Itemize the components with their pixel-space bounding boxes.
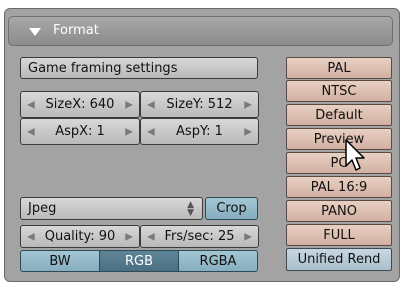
size-x-label: SizeX: 640 (45, 97, 115, 112)
preset-pal-16-9-button[interactable]: PAL 16:9 (286, 176, 392, 198)
decrement-icon[interactable]: ◀ (147, 231, 155, 242)
preset-full-button[interactable]: FULL (286, 224, 392, 246)
preset-pal-button[interactable]: PAL (286, 57, 392, 79)
image-format-select[interactable]: Jpeg ▲ ▼ (20, 197, 203, 220)
image-format-value: Jpeg (28, 201, 57, 216)
collapse-triangle-icon[interactable] (29, 28, 41, 36)
increment-icon[interactable]: ▶ (125, 126, 133, 137)
unified-render-button[interactable]: Unified Rend (286, 248, 392, 271)
color-mode-rgba[interactable]: RGBA (178, 250, 258, 272)
color-mode-rgb[interactable]: RGB (99, 250, 179, 272)
increment-icon[interactable]: ▶ (244, 126, 252, 137)
preset-pc-button[interactable]: PC (286, 152, 392, 174)
mouse-pointer-icon (345, 139, 365, 171)
increment-icon[interactable]: ▶ (125, 231, 133, 242)
asp-y-label: AspY: 1 (176, 124, 223, 139)
size-y-field[interactable]: ◀ SizeY: 512 ▶ (140, 91, 259, 118)
asp-y-field[interactable]: ◀ AspY: 1 ▶ (140, 118, 259, 145)
decrement-icon[interactable]: ◀ (27, 126, 35, 137)
decrement-icon[interactable]: ◀ (27, 231, 35, 242)
size-y-label: SizeY: 512 (166, 97, 233, 112)
asp-x-label: AspX: 1 (55, 124, 105, 139)
increment-icon[interactable]: ▶ (244, 99, 252, 110)
panel-title: Format (53, 23, 99, 38)
frs-sec-field[interactable]: ◀ Frs/sec: 25 ▶ (140, 225, 259, 248)
decrement-icon[interactable]: ◀ (147, 99, 155, 110)
quality-label: Quality: 90 (44, 229, 116, 244)
increment-icon[interactable]: ▶ (244, 231, 252, 242)
increment-icon[interactable]: ▶ (125, 99, 133, 110)
preset-pano-button[interactable]: PANO (286, 200, 392, 222)
preset-preview-button[interactable]: Preview (286, 128, 392, 150)
quality-field[interactable]: ◀ Quality: 90 ▶ (20, 225, 140, 248)
select-arrows-icon: ▲ ▼ (187, 199, 194, 218)
frs-sec-label: Frs/sec: 25 (164, 229, 235, 244)
panel-header[interactable]: Format (8, 16, 393, 46)
preset-default-button[interactable]: Default (286, 104, 392, 126)
game-framing-settings-button[interactable]: Game framing settings (20, 57, 258, 79)
color-mode-bw[interactable]: BW (20, 250, 100, 272)
preset-ntsc-button[interactable]: NTSC (286, 80, 392, 102)
decrement-icon[interactable]: ◀ (27, 99, 35, 110)
asp-x-field[interactable]: ◀ AspX: 1 ▶ (20, 118, 140, 145)
size-x-field[interactable]: ◀ SizeX: 640 ▶ (20, 91, 140, 118)
decrement-icon[interactable]: ◀ (147, 126, 155, 137)
crop-button[interactable]: Crop (205, 197, 258, 220)
